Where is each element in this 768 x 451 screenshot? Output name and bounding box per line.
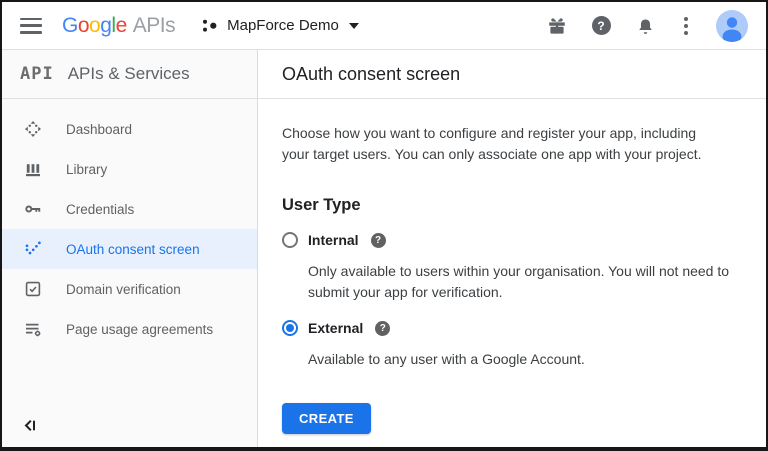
more-vertical-icon[interactable]	[678, 15, 694, 37]
sidebar-item-label: Page usage agreements	[66, 322, 213, 337]
sidebar-item-domain-verification[interactable]: Domain verification	[2, 269, 257, 309]
collapse-sidebar-icon[interactable]	[22, 413, 46, 437]
help-icon[interactable]: ?	[590, 15, 612, 37]
sidebar-item-label: Domain verification	[66, 282, 181, 297]
logo-letter: G	[62, 14, 78, 38]
apis-label: APIs	[133, 14, 175, 38]
logo-letter: g	[100, 14, 111, 38]
sidebar-item-credentials[interactable]: Credentials	[2, 189, 257, 229]
sidebar-item-library[interactable]: Library	[2, 149, 257, 189]
page-title: OAuth consent screen	[282, 64, 460, 85]
avatar[interactable]	[716, 10, 748, 42]
project-selector[interactable]: MapForce Demo	[201, 17, 359, 35]
radio-label: External	[308, 320, 363, 336]
external-description: Available to any user with a Google Acco…	[308, 349, 744, 370]
sidebar-item-oauth-consent-screen[interactable]: OAuth consent screen	[2, 229, 257, 269]
project-name: MapForce Demo	[227, 17, 339, 34]
page-usage-icon	[24, 320, 42, 338]
top-navigation-bar: Google APIs MapForce Demo ?	[2, 2, 766, 50]
project-icon	[201, 17, 219, 35]
sidebar-header: API APIs & Services	[2, 50, 257, 99]
radio-option-external[interactable]: External ?	[282, 320, 766, 336]
app-window: Google APIs MapForce Demo ?	[0, 0, 768, 451]
user-type-heading: User Type	[282, 196, 766, 215]
notifications-icon[interactable]	[634, 15, 656, 37]
logo-letter: o	[78, 14, 89, 38]
radio-button-internal[interactable]	[282, 232, 298, 248]
radio-label: Internal	[308, 232, 359, 248]
sidebar-item-label: OAuth consent screen	[66, 242, 200, 257]
help-icon[interactable]: ?	[371, 233, 386, 248]
intro-text: Choose how you want to configure and reg…	[282, 123, 718, 165]
logo-letter: o	[89, 14, 100, 38]
internal-description: Only available to users within your orga…	[308, 261, 744, 303]
oauth-consent-icon	[24, 240, 42, 258]
radio-button-external[interactable]	[282, 320, 298, 336]
google-apis-logo[interactable]: Google APIs	[62, 14, 175, 38]
page-header: OAuth consent screen	[258, 50, 766, 99]
logo-letter: e	[116, 14, 127, 38]
create-button[interactable]: CREATE	[282, 403, 371, 434]
sidebar-item-dashboard[interactable]: Dashboard	[2, 109, 257, 149]
api-logo: API	[20, 64, 54, 84]
library-icon	[24, 160, 42, 178]
sidebar-item-label: Library	[66, 162, 107, 177]
sidebar: API APIs & Services Dashboard	[2, 50, 258, 447]
main-content: OAuth consent screen Choose how you want…	[258, 50, 766, 447]
menu-icon[interactable]	[20, 18, 42, 34]
sidebar-item-label: Credentials	[66, 202, 134, 217]
gift-icon[interactable]	[546, 15, 568, 37]
chevron-down-icon	[349, 23, 359, 29]
dashboard-icon	[24, 120, 42, 138]
radio-option-internal[interactable]: Internal ?	[282, 232, 766, 248]
sidebar-item-page-usage-agreements[interactable]: Page usage agreements	[2, 309, 257, 349]
help-icon[interactable]: ?	[375, 321, 390, 336]
key-icon	[24, 200, 42, 218]
domain-verification-icon	[24, 280, 42, 298]
sidebar-section-title: APIs & Services	[68, 64, 190, 84]
sidebar-item-label: Dashboard	[66, 122, 132, 137]
